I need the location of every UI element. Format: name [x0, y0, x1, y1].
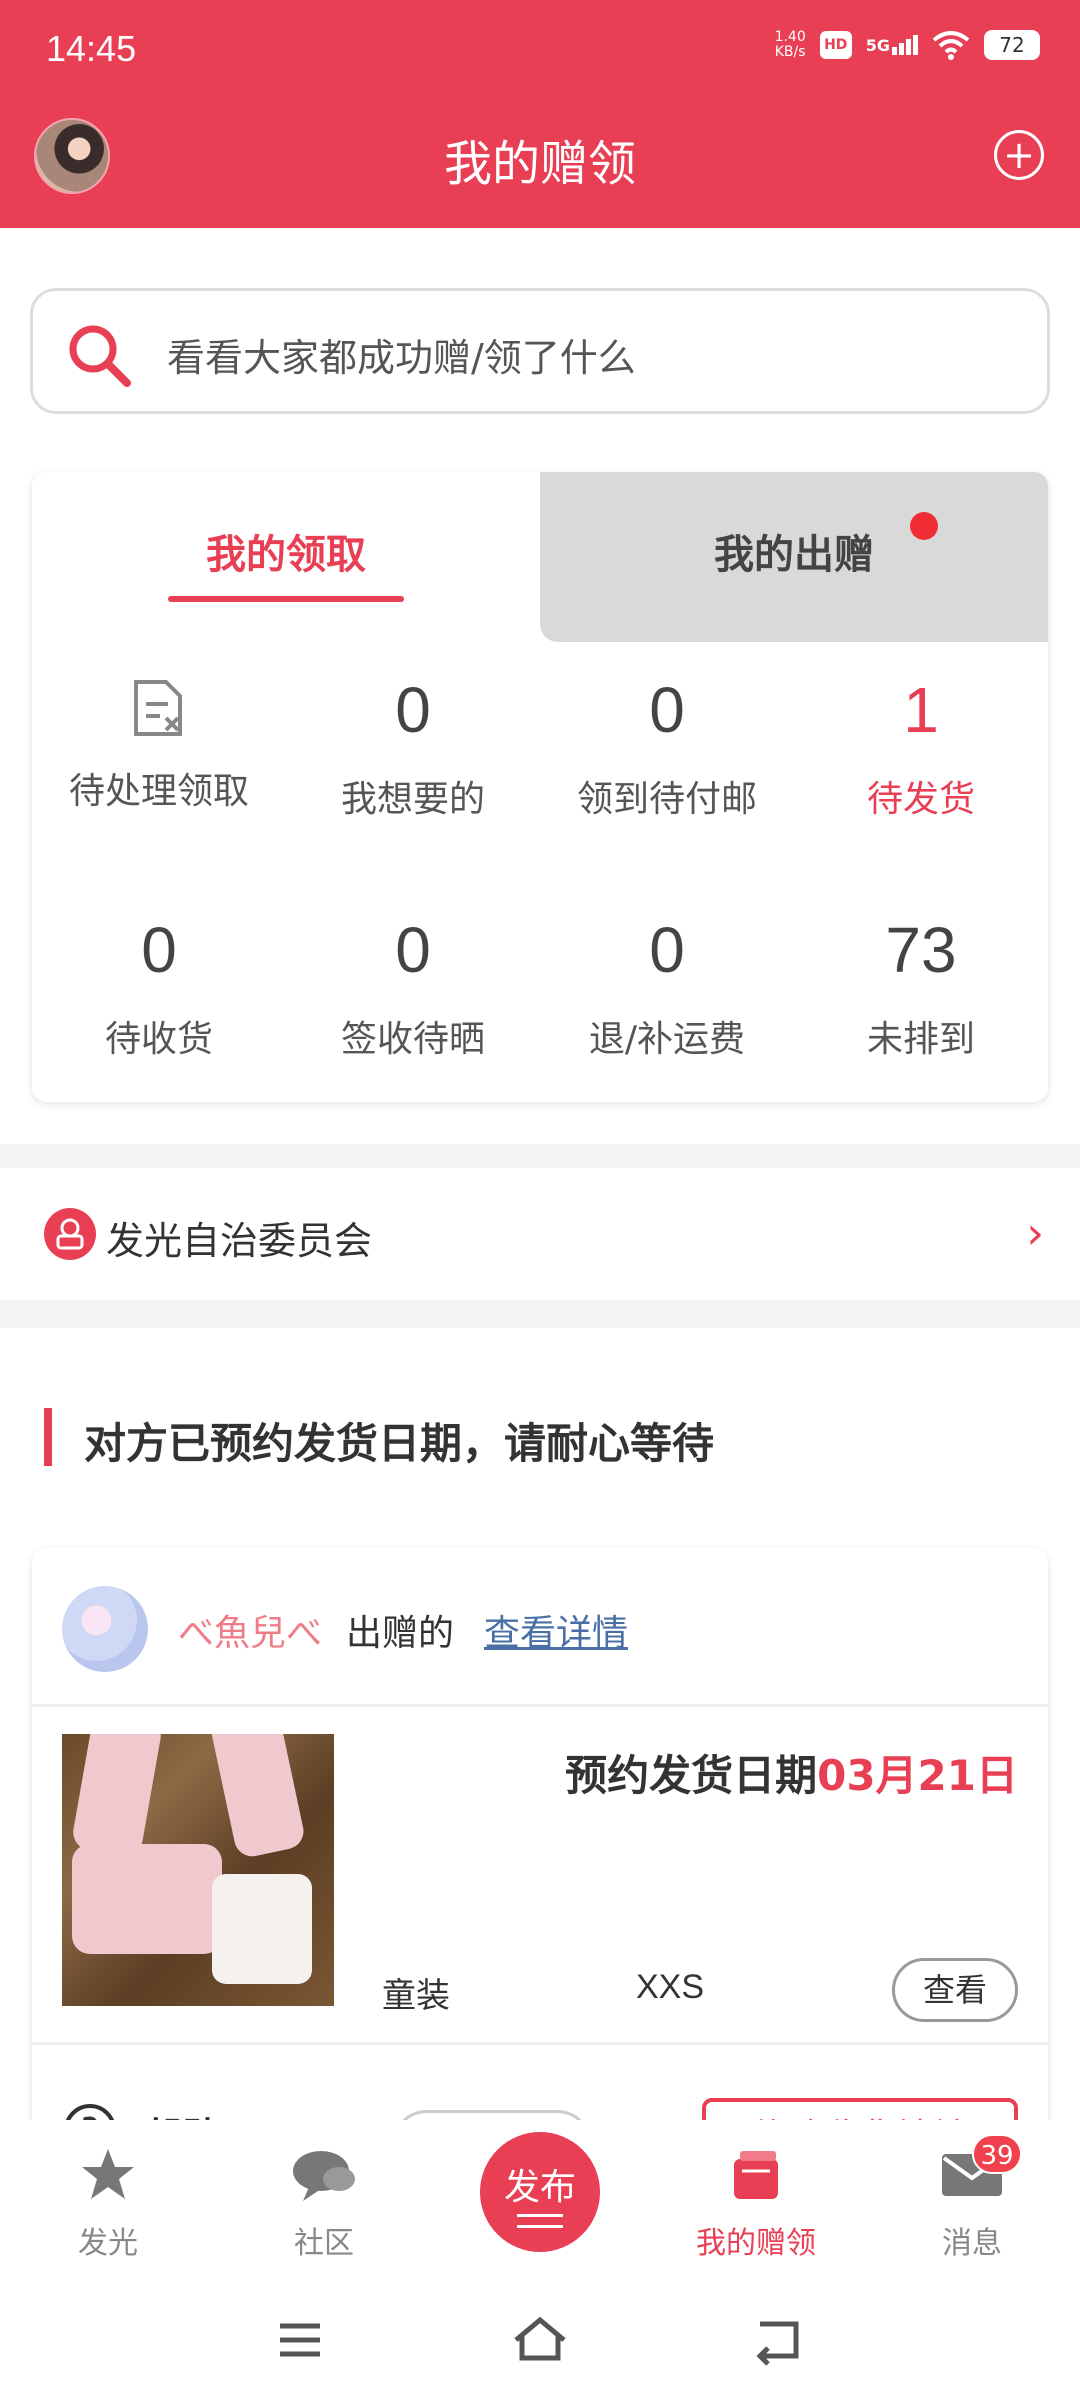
main-content: 看看大家都成功赠/领了什么 我的领取 我的出赠 待处理领取 0 我想要的 0 领…: [0, 228, 1080, 2168]
view-details-link[interactable]: 查看详情: [484, 1604, 628, 1656]
publish-button[interactable]: 发布: [480, 2132, 600, 2252]
giver-avatar[interactable]: [62, 1586, 148, 1672]
wifi-icon: [932, 31, 970, 60]
chat-bubble-icon: [293, 2151, 355, 2201]
stat-pending-claims[interactable]: 待处理领取: [32, 678, 286, 814]
item-category: 童装: [382, 1976, 450, 2016]
stat-await-receipt[interactable]: 0 待收货: [32, 918, 286, 1062]
item-photo[interactable]: [62, 1734, 334, 2006]
search-placeholder: 看看大家都成功赠/领了什么: [167, 336, 636, 380]
plus-icon: +: [1003, 133, 1035, 177]
giver-name[interactable]: べ魚兒べ: [178, 1604, 322, 1656]
nav-my-gifts[interactable]: 我的赠领: [676, 2140, 836, 2262]
divider-band: [0, 1300, 1080, 1328]
item-size: XXS: [636, 1968, 705, 2006]
nav-messages[interactable]: 消息 39: [892, 2134, 1052, 2262]
committee-row[interactable]: 发光自治委员会 ›: [0, 1168, 1080, 1300]
committee-icon: [44, 1208, 96, 1260]
document-icon: [134, 680, 182, 736]
signal-icon: 5G: [866, 35, 918, 55]
unread-badge: 39: [972, 2134, 1022, 2174]
stat-await-postage[interactable]: 0 领到待付邮: [540, 678, 794, 822]
status-time: 14:45: [46, 28, 137, 69]
battery-icon: 72: [984, 30, 1040, 60]
star-icon: [82, 2149, 134, 2199]
nav-community[interactable]: 社区: [244, 2140, 404, 2262]
nav-glow[interactable]: 发光: [28, 2140, 188, 2262]
tab-underline: [168, 596, 404, 602]
divider: [32, 2042, 1048, 2045]
page-title: 我的赠领: [443, 136, 636, 192]
home-icon[interactable]: [510, 2310, 570, 2370]
stat-wanted[interactable]: 0 我想要的: [286, 678, 540, 822]
stat-not-matched[interactable]: 73 未排到: [794, 918, 1048, 1062]
back-icon[interactable]: [750, 2310, 810, 2370]
stat-await-shipping[interactable]: 1 待发货: [794, 678, 1048, 822]
tab-my-gifts[interactable]: 我的出赠: [540, 472, 1048, 642]
search-icon: [69, 325, 131, 387]
stat-refund-postage[interactable]: 0 退/补运费: [540, 918, 794, 1062]
view-button[interactable]: 查看: [892, 1958, 1018, 2022]
box-icon: [734, 2151, 778, 2199]
add-button[interactable]: +: [994, 130, 1044, 180]
section-title: 对方已预约发货日期，请耐心等待: [84, 1419, 715, 1468]
hd-icon: HD: [819, 31, 852, 59]
divider: [32, 1704, 1048, 1707]
order-card: べ魚兒べ 出赠的 查看详情 预约发货日期03月21日 童装 XXS 查看 ? 帮…: [32, 1548, 1048, 2168]
chevron-right-icon: ›: [1026, 1208, 1044, 1259]
notification-dot: [910, 512, 938, 540]
app-header: 14:45 1.40 KB/s HD 5G 72 我的赠领 +: [0, 0, 1080, 228]
section-accent: [44, 1408, 52, 1466]
scheduled-ship-date: 预约发货日期03月21日: [565, 1751, 1018, 1800]
giver-suffix: 出赠的: [346, 1613, 455, 1654]
lines-icon: [517, 2214, 563, 2228]
app-screen: 14:45 1.40 KB/s HD 5G 72 我的赠领 + 看看大家都成功赠…: [0, 0, 1080, 2400]
system-nav: [0, 2280, 1080, 2400]
menu-icon[interactable]: [270, 2310, 330, 2370]
net-speed: 1.40 KB/s: [774, 29, 806, 60]
claims-card: 我的领取 我的出赠 待处理领取 0 我想要的 0 领到待付邮 1 待发货 0 待…: [32, 472, 1048, 1102]
tab-my-claims[interactable]: 我的领取: [32, 472, 540, 642]
bottom-nav: 发光 社区 发布 我的赠领 消息 39: [0, 2120, 1080, 2280]
status-icons: 1.40 KB/s HD 5G 72: [775, 30, 1040, 60]
stat-await-showcase[interactable]: 0 签收待晒: [286, 918, 540, 1062]
search-bar[interactable]: 看看大家都成功赠/领了什么: [30, 288, 1050, 414]
